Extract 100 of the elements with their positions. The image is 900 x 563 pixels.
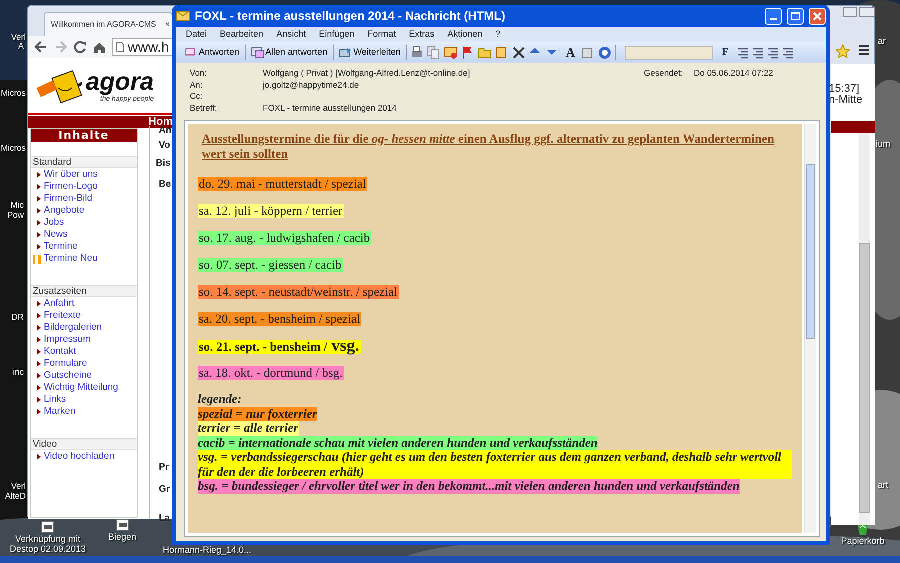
new-marker-icon [33,254,41,264]
indent-icon[interactable] [767,46,780,58]
desktop-icon-label: Pow [7,210,24,220]
menu-item[interactable]: Bearbeiten [220,28,264,42]
sidebar-link[interactable]: Firmen-Bild [31,193,137,205]
browser-tab[interactable]: Willkommen im AGORA-CMS × [44,12,173,36]
star-icon[interactable] [836,44,850,58]
permission-icon[interactable] [581,46,596,60]
page-icon [116,42,125,52]
mail-icon[interactable] [444,46,458,60]
field-value: Wolfgang ( Privat ) [Wolfgang-Alfred.Lenz@t-online.de] [263,68,472,80]
folder-icon[interactable] [478,46,492,60]
bullet-icon [37,208,41,214]
outdent-icon[interactable] [782,46,794,58]
sidebar-link[interactable]: Angebote [31,205,137,217]
desktop-icon-label: art [878,480,889,490]
toolbar-button[interactable]: Antworten [182,46,242,60]
desktop-icon-label: Mic [10,200,24,210]
form-label: Be [159,179,172,190]
address-field[interactable]: www.h [112,38,173,56]
desktop-icon-label: inc [13,367,24,377]
sidebar-link[interactable]: Video hochladen [31,451,137,463]
form-label: Bis [156,158,171,169]
bold-button[interactable]: F [722,47,728,58]
reload-icon[interactable] [74,40,87,54]
field-label: Cc: [190,91,204,102]
menu-item[interactable]: ? [496,28,501,42]
bullet-icon [37,220,41,226]
help-icon[interactable] [598,46,612,60]
bullet-icon [37,385,41,391]
toolbar-button[interactable]: Weiterleiten [336,46,403,60]
toolbar-button[interactable]: Allen antworten [248,46,330,60]
sidebar-link[interactable]: Freitexte [31,310,137,322]
back-icon[interactable] [34,40,48,54]
bullet-icon [37,325,41,331]
menu-item[interactable]: Datei [186,28,208,42]
section-heading: Zusatzseiten [31,285,137,297]
menu-item[interactable]: Ansicht [276,28,306,42]
bullet-icon [37,196,41,202]
desktop-icon-label: Verl [11,481,26,491]
font-size-button[interactable]: A [566,44,576,60]
logo-text: agora [86,68,154,96]
field-value: jo.goltz@happytime24.de [263,80,360,91]
sidebar-link[interactable]: Wir über uns [31,169,137,181]
scrollbar[interactable] [859,133,870,525]
maximize-button[interactable] [787,8,804,24]
delete-icon[interactable] [512,46,526,60]
sidebar-link[interactable]: News [31,229,137,241]
field-label: Betreff: [190,102,218,114]
video-file-icon[interactable] [116,519,130,531]
bullet-icon [37,409,41,415]
section-heading: Standard [31,156,137,168]
desktop-icon-label[interactable]: Biegen [105,532,140,542]
desktop-icon-label: Verl [11,32,26,42]
menu-item[interactable]: Aktionen [448,28,483,42]
bullet-icon [37,184,41,190]
bullet-icon [37,301,41,307]
menu-item[interactable]: Extras [409,28,435,42]
restore-button[interactable] [843,7,857,17]
flag-icon[interactable] [460,46,475,60]
sidebar-link[interactable]: Termine Neu [31,253,137,265]
sidebar-link[interactable]: Termine [31,241,137,253]
desktop-icon-label: DR [12,312,24,322]
menu-item[interactable]: Format [368,28,396,42]
form-label: Pr [159,462,170,473]
sidebar-link[interactable]: Gutscheine [31,370,137,382]
menu-item[interactable]: Einfügen [319,28,355,42]
scrollbar[interactable] [804,124,816,533]
bullet-icon [37,349,41,355]
home-icon[interactable] [93,40,106,54]
legend-title: legende: [198,392,242,406]
field-value: Do 05.06.2014 07:22 [694,68,774,80]
section-heading: Video [31,438,137,450]
minimize-button[interactable] [765,8,782,24]
sidebar-link[interactable]: Impressum [31,334,137,346]
desktop-icon-label: AlteD [5,491,26,501]
shortcut-icon[interactable] [41,521,55,533]
desktop-icon-label: Micros [0,143,26,153]
navigation-bar [831,121,875,133]
move-icon[interactable] [494,46,509,60]
sidebar-link[interactable]: Jobs [31,217,137,229]
sidebar-link[interactable]: Kontakt [31,346,137,358]
sidebar-link[interactable]: Formulare [31,358,137,370]
print-icon[interactable] [410,46,424,60]
sidebar-link[interactable]: Marken [31,406,137,418]
page-text: n-Mitte [829,95,863,106]
sidebar-link[interactable]: Wichtig Mitteilung [31,382,137,394]
desktop-icon-label[interactable]: Verknüpfung mit Destop 02.09.2013 [8,534,88,554]
close-icon [813,12,822,20]
reply-all-icon [250,46,264,58]
sidebar-link[interactable]: Bildergalerien [31,322,137,334]
close-button[interactable] [859,7,875,17]
desktop-icon-label: A [18,41,24,51]
close-tab-button[interactable]: × [165,18,170,30]
sidebar-link[interactable]: Firmen-Logo [31,181,137,193]
menu-icon[interactable] [858,44,870,56]
recycle-bin-icon[interactable] [856,523,870,535]
desktop-icon-label[interactable]: Papierkorb [838,536,888,546]
sidebar-link[interactable]: Links [31,394,137,406]
sidebar-link[interactable]: Anfahrt [31,298,137,310]
